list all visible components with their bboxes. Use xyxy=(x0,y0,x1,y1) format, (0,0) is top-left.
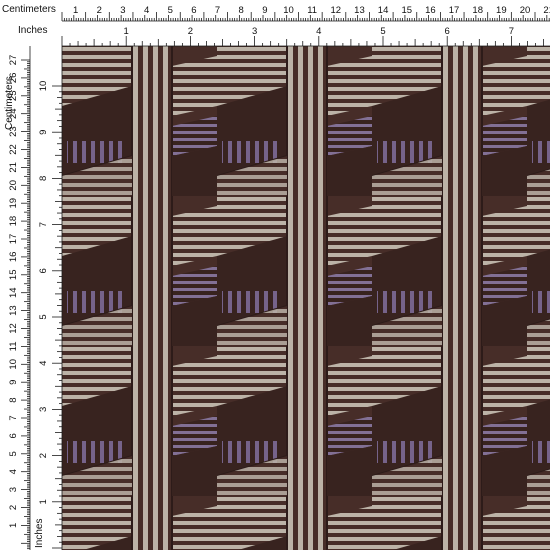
top-inch-tick-label: 1 xyxy=(124,26,129,37)
left-cm-tick-label: 13 xyxy=(8,305,19,316)
left-inch-tick-label: 2 xyxy=(38,453,49,458)
left-cm-tick-label: 5 xyxy=(8,451,19,456)
top-cm-tick-label: 15 xyxy=(401,5,412,16)
top-cm-tick-label: 6 xyxy=(191,5,196,16)
left-cm-tick-label: 11 xyxy=(8,341,19,351)
top-inch-tick-label: 5 xyxy=(380,26,385,37)
left-cm-tick-label: 12 xyxy=(8,323,19,334)
left-cm-tick-label: 18 xyxy=(8,216,19,227)
left-inch-tick-label: 10 xyxy=(38,81,49,92)
top-cm-tick-label: 3 xyxy=(120,5,125,16)
left-cm-tick-label: 15 xyxy=(8,270,19,281)
left-cm-tick-label: 9 xyxy=(8,380,19,385)
top-cm-tick-label: 8 xyxy=(239,5,244,16)
left-inch-tick-label: 9 xyxy=(38,130,49,135)
top-cm-tick-label: 2 xyxy=(97,5,102,16)
top-cm-tick-label: 11 xyxy=(307,5,317,16)
top-cm-tick-label: 16 xyxy=(425,5,436,16)
left-inch-tick-label: 4 xyxy=(38,361,49,366)
swatch-frame: 123456789101112131415161718192021 123456… xyxy=(0,0,550,550)
top-cm-tick-label: 18 xyxy=(472,5,483,16)
left-cm-tick-label: 7 xyxy=(8,415,19,420)
left-cm-tick-label: 20 xyxy=(8,180,19,191)
top-cm-tick-label: 21 xyxy=(543,5,550,16)
left-inch-tick-label: 5 xyxy=(38,314,49,319)
left-cm-tick-label: 3 xyxy=(8,487,19,492)
top-cm-tick-label: 7 xyxy=(215,5,220,16)
top-ruler: 123456789101112131415161718192021 123456… xyxy=(0,0,550,47)
fabric-swatch xyxy=(62,46,550,550)
left-cm-tick-label: 6 xyxy=(8,433,19,438)
top-inch-tick-label: 2 xyxy=(188,26,193,37)
left-inch-tick-label: 3 xyxy=(38,407,49,412)
left-cm-tick-label: 10 xyxy=(8,359,19,370)
left-cm-tick-label: 19 xyxy=(8,198,19,209)
left-cm-tick-label: 16 xyxy=(8,252,19,263)
top-cm-tick-label: 1 xyxy=(73,5,78,16)
left-cm-tick-label: 8 xyxy=(8,397,19,402)
top-cm-tick-label: 13 xyxy=(354,5,365,16)
left-cm-tick-label: 22 xyxy=(8,144,19,155)
left-inch-tick-label: 8 xyxy=(38,176,49,181)
left-inch-tick-label: 7 xyxy=(38,222,49,227)
top-cm-tick-label: 10 xyxy=(283,5,294,16)
top-cm-tick-label: 4 xyxy=(144,5,149,16)
top-cm-tick-label: 20 xyxy=(520,5,531,16)
left-cm-tick-label: 4 xyxy=(8,469,19,474)
left-inch-tick-label: 1 xyxy=(38,499,49,504)
top-units-label: Centimeters xyxy=(2,4,56,15)
left-inches-label: Inches xyxy=(34,519,45,548)
top-inch-tick-label: 4 xyxy=(316,26,321,37)
left-cm-tick-label: 17 xyxy=(8,234,19,245)
left-ruler: 2726252423222120191817161514131211109876… xyxy=(0,46,63,550)
left-cm-tick-label: 1 xyxy=(8,523,19,528)
left-cm-tick-label: 27 xyxy=(8,55,19,66)
top-cm-tick-label: 9 xyxy=(262,5,267,16)
top-inch-tick-label: 6 xyxy=(445,26,450,37)
top-cm-tick-label: 19 xyxy=(496,5,507,16)
top-inches-label: Inches xyxy=(18,25,47,36)
top-cm-tick-label: 5 xyxy=(168,5,173,16)
top-inch-tick-label: 3 xyxy=(252,26,257,37)
top-cm-tick-label: 17 xyxy=(449,5,460,16)
left-cm-tick-label: 2 xyxy=(8,505,19,510)
left-cm-tick-label: 21 xyxy=(8,162,19,173)
top-cm-tick-label: 12 xyxy=(331,5,342,16)
left-cm-tick-label: 14 xyxy=(8,287,19,298)
top-cm-tick-label: 14 xyxy=(378,5,389,16)
left-units-label: Centimeters xyxy=(4,76,15,130)
left-inch-tick-label: 6 xyxy=(38,268,49,273)
top-inch-tick-label: 7 xyxy=(509,26,514,37)
